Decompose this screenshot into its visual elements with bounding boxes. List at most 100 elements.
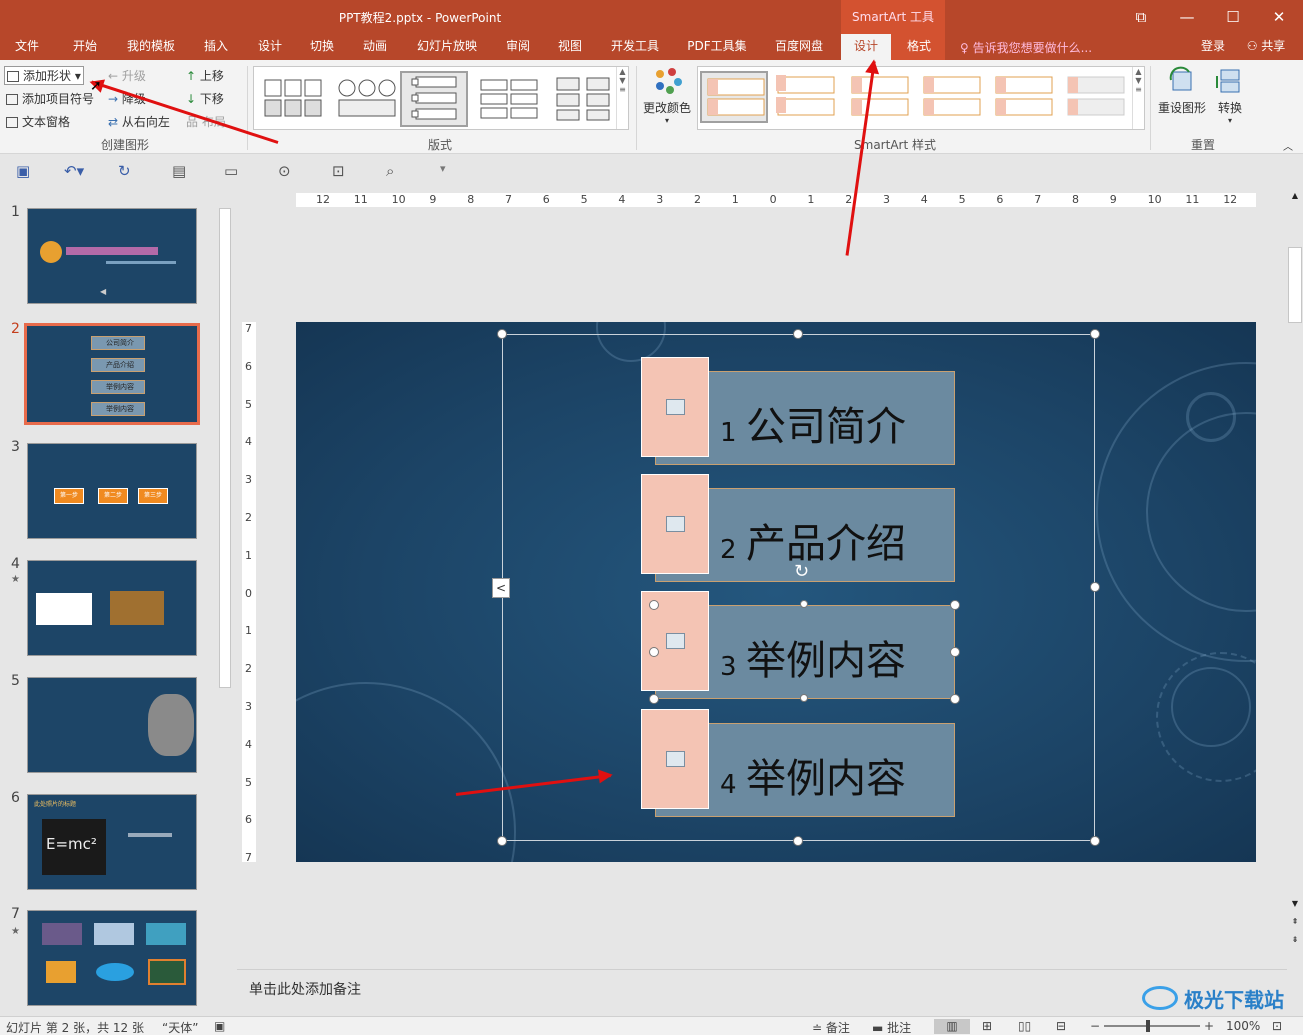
- picture-placeholder[interactable]: [641, 709, 709, 809]
- previous-slide-icon[interactable]: ⇞: [1287, 917, 1303, 926]
- resize-handle[interactable]: [497, 329, 507, 339]
- print-preview-icon[interactable]: ⌕: [386, 162, 394, 180]
- undo-icon[interactable]: ↶▾: [64, 162, 84, 180]
- tab-insert[interactable]: 插入: [196, 34, 236, 60]
- convert-button[interactable]: 转换 ▾: [1210, 66, 1250, 125]
- comments-toggle[interactable]: ▬ 批注: [872, 1019, 911, 1035]
- tab-view[interactable]: 视图: [550, 34, 590, 60]
- scroll-down-icon[interactable]: ▼: [1287, 899, 1303, 908]
- tab-pdf-tools[interactable]: PDF工具集: [680, 34, 754, 60]
- text-box-icon[interactable]: ▭: [224, 162, 238, 180]
- picture-icon[interactable]: [666, 399, 685, 415]
- editor-scrollbar[interactable]: ▲ ▼ ⇞ ⇟: [1287, 187, 1303, 969]
- tab-home[interactable]: 开始: [64, 34, 106, 60]
- shape-handle[interactable]: [800, 694, 808, 702]
- fit-slide-icon[interactable]: ⊡: [1272, 1019, 1282, 1033]
- login-link[interactable]: 登录: [1193, 34, 1233, 60]
- tab-animations[interactable]: 动画: [355, 34, 395, 60]
- slide-sorter-icon[interactable]: ⊞: [982, 1019, 992, 1033]
- tab-file[interactable]: 文件: [6, 34, 48, 60]
- picture-icon[interactable]: [666, 751, 685, 767]
- scrollbar-thumb[interactable]: [1288, 247, 1302, 323]
- resize-handle[interactable]: [793, 329, 803, 339]
- close-button[interactable]: ✕: [1256, 0, 1302, 34]
- tab-transitions[interactable]: 切换: [302, 34, 342, 60]
- shape-handle[interactable]: [950, 600, 960, 610]
- style-option[interactable]: [846, 71, 914, 123]
- picture-icon[interactable]: [666, 516, 685, 532]
- add-bullet-button[interactable]: 添加项目符号: [6, 90, 94, 107]
- shape-handle[interactable]: [950, 647, 960, 657]
- thumbnails-scrollbar[interactable]: [218, 192, 232, 1016]
- style-option[interactable]: [772, 71, 840, 123]
- shape-handle[interactable]: [649, 647, 659, 657]
- layout-gallery-scroll[interactable]: ▲ ▼ ≡: [616, 67, 628, 129]
- text-pane-button[interactable]: 文本窗格: [6, 113, 70, 130]
- shape-handle[interactable]: [649, 694, 659, 704]
- tab-smartart-design[interactable]: 设计: [841, 34, 891, 60]
- picture-placeholder[interactable]: [641, 357, 709, 457]
- resize-handle[interactable]: [497, 836, 507, 846]
- tab-review[interactable]: 审阅: [498, 34, 538, 60]
- style-option[interactable]: [990, 71, 1058, 123]
- zoom-slider-thumb[interactable]: [1146, 1020, 1150, 1032]
- next-slide-icon[interactable]: ⇟: [1287, 935, 1303, 944]
- slideshow-view-icon[interactable]: ⊟: [1056, 1019, 1066, 1033]
- styles-gallery-scroll[interactable]: ▲ ▼ ≡: [1132, 67, 1144, 129]
- minimize-button[interactable]: —: [1164, 0, 1210, 34]
- move-up-button[interactable]: ↑ 上移: [186, 67, 224, 84]
- picture-icon[interactable]: [666, 633, 685, 649]
- zoom-slider[interactable]: [1104, 1025, 1200, 1027]
- share-button[interactable]: ⚇ 共享: [1238, 34, 1294, 60]
- collapse-ribbon-icon[interactable]: ︿: [1283, 138, 1293, 153]
- promote-button[interactable]: ← 升级: [108, 67, 146, 84]
- layout-option[interactable]: [334, 71, 402, 127]
- maximize-button[interactable]: ☐: [1210, 0, 1256, 34]
- scrollbar-thumb[interactable]: [219, 208, 231, 688]
- layout-option[interactable]: [476, 71, 544, 127]
- ribbon-display-options-icon[interactable]: ⧉: [1118, 0, 1164, 34]
- notes-pane[interactable]: 单击此处添加备注: [237, 969, 1287, 1015]
- scroll-up-icon[interactable]: ▲: [1287, 191, 1303, 200]
- right-to-left-button[interactable]: ⇄ 从右向左: [108, 113, 170, 130]
- redo-icon[interactable]: ↻: [118, 162, 131, 180]
- tell-me-box[interactable]: ♀ 告诉我您想要做什么...: [960, 39, 1092, 56]
- tab-design[interactable]: 设计: [250, 34, 290, 60]
- layout-option[interactable]: [260, 71, 328, 127]
- style-option-selected[interactable]: [700, 71, 768, 123]
- change-colors-button[interactable]: 更改颜色 ▾: [642, 66, 692, 125]
- zoom-level[interactable]: 100%: [1226, 1019, 1260, 1033]
- reading-view-icon[interactable]: ▯▯: [1018, 1019, 1031, 1033]
- tab-baidu-netdisk[interactable]: 百度网盘: [768, 34, 830, 60]
- notes-toggle[interactable]: ≐ 备注: [812, 1019, 850, 1035]
- reset-graphic-button[interactable]: 重设图形: [1156, 66, 1208, 116]
- tab-smartart-format[interactable]: 格式: [895, 34, 943, 60]
- normal-view-icon[interactable]: ▥: [934, 1019, 970, 1034]
- style-option[interactable]: [1062, 71, 1130, 123]
- layout-gallery[interactable]: ▲ ▼ ≡: [253, 66, 629, 130]
- smartart-styles-gallery[interactable]: ▲ ▼ ≡: [697, 66, 1145, 130]
- resize-handle[interactable]: [1090, 329, 1100, 339]
- move-down-button[interactable]: ↓ 下移: [186, 90, 224, 107]
- layout-option-selected[interactable]: [400, 71, 468, 127]
- shape-handle[interactable]: [950, 694, 960, 704]
- rotate-handle-icon[interactable]: ↻: [794, 561, 809, 582]
- tab-slideshow[interactable]: 幻灯片放映: [410, 34, 484, 60]
- spellcheck-icon[interactable]: ▣: [214, 1019, 225, 1033]
- resize-handle[interactable]: [1090, 836, 1100, 846]
- slideshow-from-start-icon[interactable]: ⊙: [278, 162, 291, 180]
- customize-qat-icon[interactable]: ▾: [440, 162, 446, 175]
- resize-handle[interactable]: [793, 836, 803, 846]
- shape-handle[interactable]: [800, 600, 808, 608]
- tab-my-templates[interactable]: 我的模板: [120, 34, 182, 60]
- new-slide-icon[interactable]: ▤: [172, 162, 186, 180]
- save-icon[interactable]: ▣: [16, 162, 30, 180]
- present-icon[interactable]: ⊡: [332, 162, 345, 180]
- style-option[interactable]: [918, 71, 986, 123]
- zoom-in-icon[interactable]: +: [1204, 1019, 1214, 1033]
- picture-placeholder[interactable]: [641, 474, 709, 574]
- zoom-out-icon[interactable]: −: [1090, 1019, 1100, 1033]
- resize-handle[interactable]: [1090, 582, 1100, 592]
- shape-handle[interactable]: [649, 600, 659, 610]
- add-shape-button[interactable]: 添加形状 ▾: [4, 66, 84, 85]
